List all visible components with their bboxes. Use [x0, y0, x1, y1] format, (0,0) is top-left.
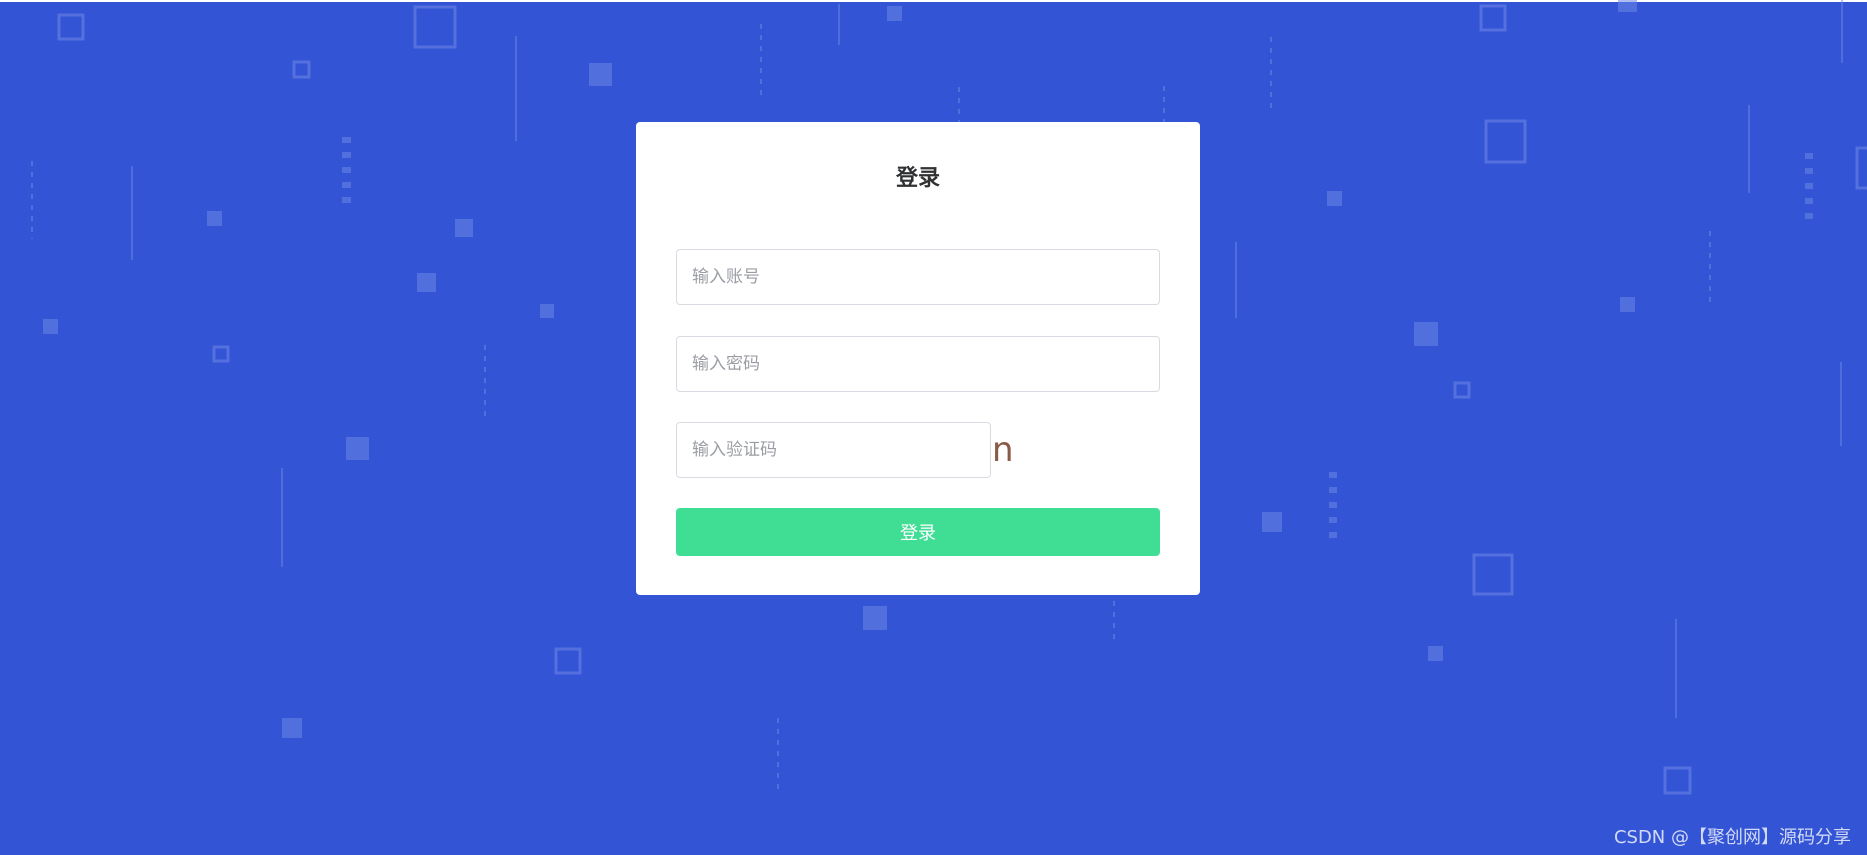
- login-card: 登录 n 登录: [636, 122, 1200, 595]
- login-title: 登录: [895, 166, 940, 191]
- csdn-watermark: CSDN @【聚创网】源码分享: [1613, 827, 1851, 848]
- account-input[interactable]: [676, 249, 1160, 305]
- captcha-input[interactable]: [676, 422, 991, 478]
- password-input[interactable]: [676, 336, 1160, 392]
- captcha-image[interactable]: n: [992, 424, 1014, 476]
- login-button[interactable]: 登录: [676, 508, 1160, 556]
